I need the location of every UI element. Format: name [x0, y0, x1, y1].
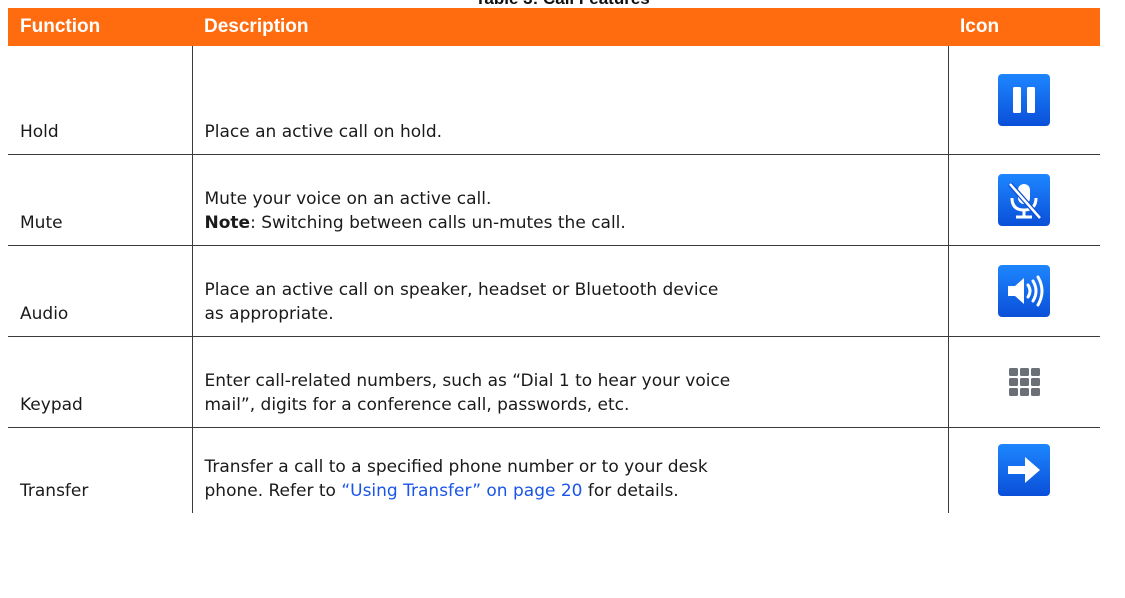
- column-header-icon: Icon: [948, 8, 1100, 46]
- function-cell: Mute: [8, 154, 193, 246]
- function-cell: Keypad: [8, 336, 193, 428]
- pause-icon: [998, 73, 1051, 126]
- description-cell: Mute your voice on an active call. Note:…: [192, 154, 949, 246]
- function-cell: Audio: [8, 245, 193, 337]
- keypad-icon: [1003, 361, 1045, 403]
- description-cell: Place an active call on hold.: [192, 46, 949, 155]
- call-features-table: Function Description Icon Hold Place an …: [8, 8, 1100, 513]
- table-row: Audio Place an active call on speaker, h…: [8, 245, 1100, 337]
- function-cell: Hold: [8, 46, 193, 155]
- table-row: Hold Place an active call on hold.: [8, 46, 1100, 155]
- column-header-description: Description: [192, 8, 948, 46]
- table-row: Transfer Transfer a call to a specified …: [8, 427, 1100, 513]
- description-text: Mute your voice on an active call.: [204, 188, 492, 209]
- mute-mic-icon: [998, 173, 1051, 226]
- description-cell: Transfer a call to a specified phone num…: [192, 427, 949, 513]
- note-text: : Switching between calls un-mutes the c…: [250, 212, 626, 233]
- arrow-right-icon: [998, 444, 1051, 497]
- description-cell: Enter call-related numbers, such as “Dia…: [192, 336, 949, 428]
- using-transfer-link[interactable]: “Using Transfer” on page 20: [341, 481, 582, 501]
- speaker-icon: [998, 264, 1051, 317]
- function-cell: Transfer: [8, 427, 193, 513]
- table-row: Mute Mute your voice on an active call. …: [8, 154, 1100, 246]
- table-header-row: Function Description Icon: [8, 8, 1100, 46]
- description-cell: Place an active call on speaker, headset…: [192, 245, 949, 337]
- note-label: Note: [204, 212, 251, 233]
- table-caption: Table 3: Call Features: [0, 0, 1125, 8]
- table-row: Keypad Enter call-related numbers, such …: [8, 336, 1100, 428]
- column-header-function: Function: [8, 8, 192, 46]
